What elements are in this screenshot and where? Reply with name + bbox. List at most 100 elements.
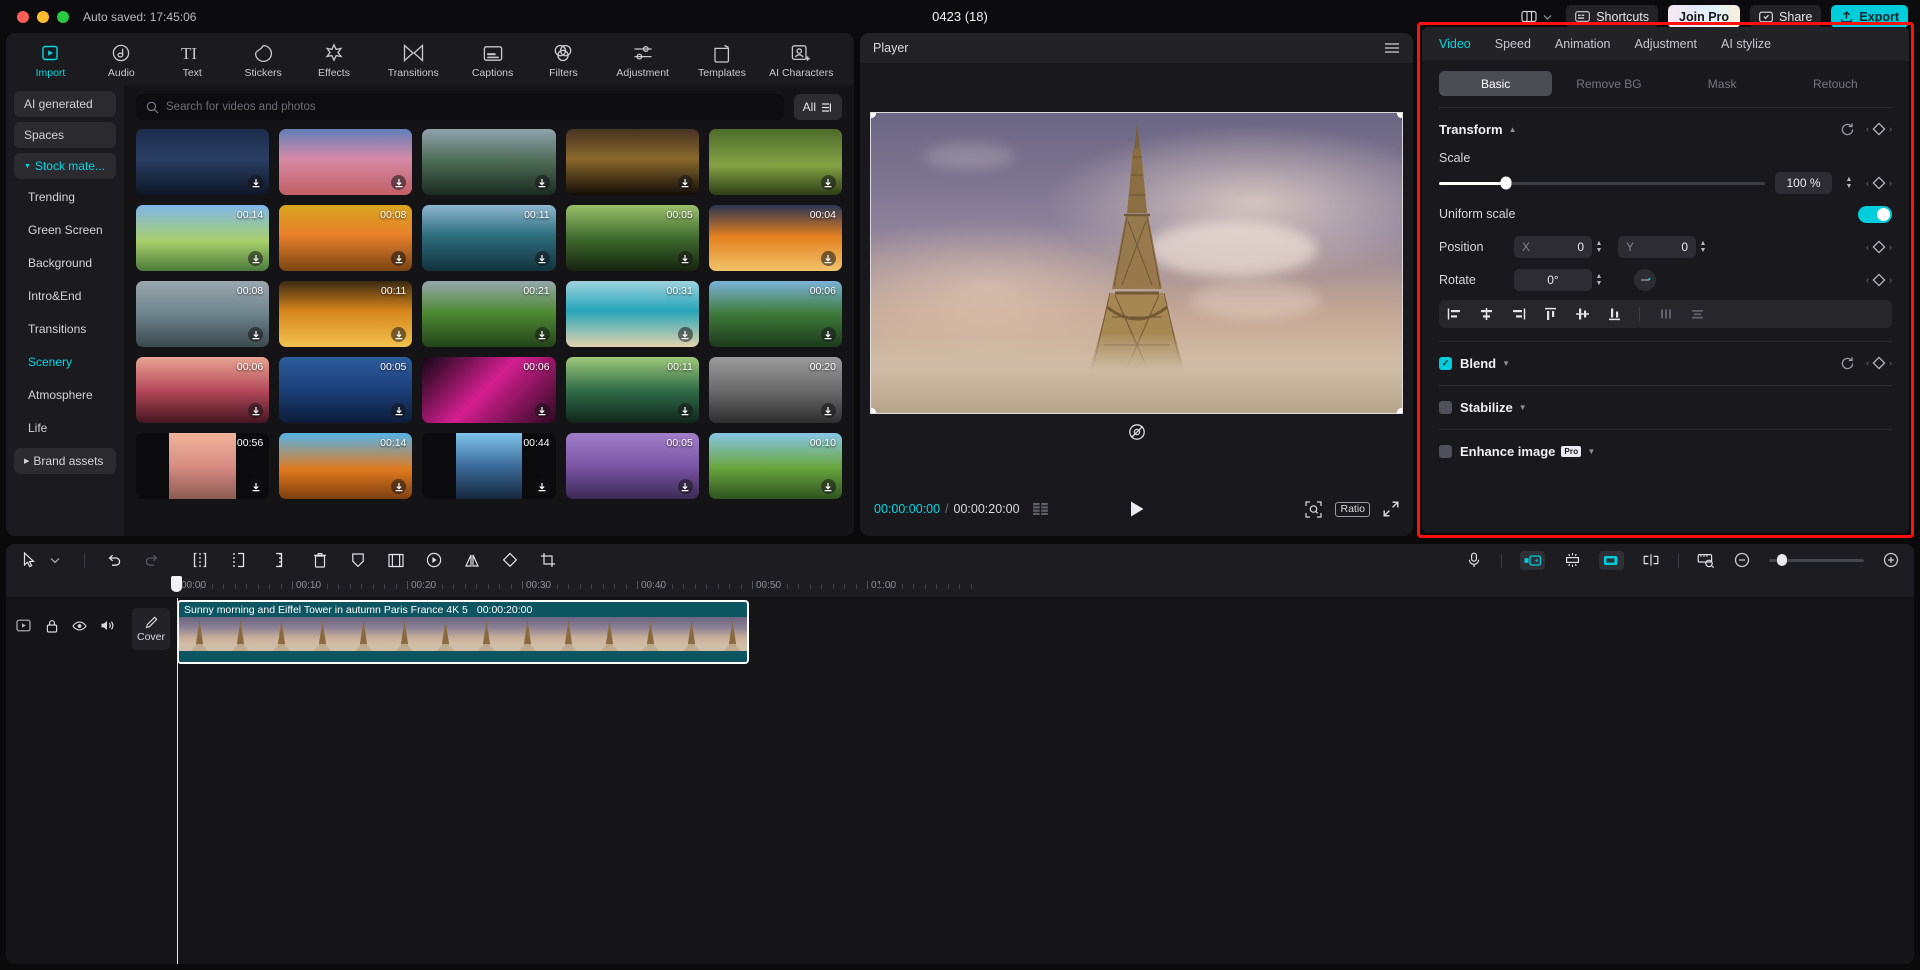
download-icon[interactable] bbox=[677, 251, 693, 266]
keyframe-diamond-icon[interactable] bbox=[1872, 356, 1886, 370]
eye-icon[interactable] bbox=[72, 618, 87, 633]
media-tile[interactable]: 00:05 bbox=[565, 205, 699, 271]
position-keyframe[interactable]: ‹ › bbox=[1866, 240, 1892, 254]
keyframe-prev-icon[interactable]: ‹ bbox=[1866, 358, 1869, 368]
keyframe-prev-icon[interactable]: ‹ bbox=[1866, 178, 1869, 188]
trim-left-icon[interactable] bbox=[229, 551, 247, 569]
align-middle-vertical-icon[interactable] bbox=[1574, 306, 1590, 322]
speaker-icon[interactable] bbox=[100, 618, 115, 633]
media-tile[interactable]: 00:14 bbox=[279, 433, 413, 499]
keyframe-next-icon[interactable]: › bbox=[1889, 242, 1892, 252]
nav-item-import[interactable]: Import bbox=[16, 39, 85, 79]
category-ai-generated[interactable]: AI generated bbox=[14, 91, 116, 117]
zoom-slider-knob[interactable] bbox=[1777, 554, 1788, 566]
download-icon[interactable] bbox=[820, 175, 836, 190]
download-icon[interactable] bbox=[677, 403, 693, 418]
scale-slider-knob[interactable] bbox=[1500, 176, 1512, 190]
trim-right-icon[interactable] bbox=[267, 551, 285, 569]
inspector-tab-speed[interactable]: Speed bbox=[1495, 37, 1531, 51]
rotate-stepper[interactable]: ▲ ▼ bbox=[1592, 269, 1606, 291]
position-y-stepper[interactable]: ▲ ▼ bbox=[1696, 236, 1710, 258]
keyframe-diamond-icon[interactable] bbox=[1872, 240, 1886, 254]
media-tile[interactable]: 00:04 bbox=[708, 205, 842, 271]
align-center-horizontal-icon[interactable] bbox=[1478, 306, 1494, 322]
segment-retouch[interactable]: Retouch bbox=[1779, 71, 1892, 96]
enhance-image-checkbox[interactable] bbox=[1439, 444, 1452, 458]
segment-remove-bg[interactable]: Remove BG bbox=[1552, 71, 1665, 96]
window-controls[interactable]: Auto saved: 17:45:06 bbox=[0, 10, 196, 24]
measure-icon[interactable] bbox=[1697, 551, 1715, 569]
stabilize-checkbox[interactable] bbox=[1439, 400, 1452, 414]
reset-icon[interactable] bbox=[1840, 356, 1855, 371]
snap-left-icon[interactable] bbox=[1520, 550, 1545, 570]
media-tile[interactable]: 00:06 bbox=[422, 357, 556, 423]
collapse-chevron-icon[interactable]: ▲ bbox=[1509, 125, 1517, 134]
inspector-tab-adjustment[interactable]: Adjustment bbox=[1635, 37, 1698, 51]
nav-item-ai-characters[interactable]: AI Characters bbox=[758, 39, 844, 79]
auto-fit-icon[interactable] bbox=[1563, 551, 1581, 569]
media-tile[interactable]: 00:21 bbox=[422, 281, 556, 347]
media-tile[interactable] bbox=[136, 129, 270, 195]
timeline-canvas[interactable]: Cover Sunny morning and Eiffel Tower in … bbox=[6, 576, 1914, 964]
position-x-stepper[interactable]: ▲ ▼ bbox=[1592, 236, 1606, 258]
nav-item-audio[interactable]: Audio bbox=[87, 39, 156, 79]
download-icon[interactable] bbox=[820, 479, 836, 494]
keyframe-prev-icon[interactable]: ‹ bbox=[1866, 124, 1869, 134]
segment-mask[interactable]: Mask bbox=[1666, 71, 1779, 96]
distribute-vertical-icon[interactable] bbox=[1689, 306, 1705, 322]
filter-all-button[interactable]: All bbox=[793, 94, 842, 120]
category-scenery[interactable]: Scenery bbox=[14, 349, 116, 375]
rotate-dial-icon[interactable] bbox=[1634, 269, 1656, 291]
search-input[interactable] bbox=[166, 101, 774, 113]
tool-dropdown-chevron-icon[interactable] bbox=[46, 551, 64, 569]
category-atmosphere[interactable]: Atmosphere bbox=[14, 382, 116, 408]
maximize-window-button[interactable] bbox=[57, 10, 69, 23]
minimize-window-button[interactable] bbox=[37, 10, 49, 23]
media-tile[interactable] bbox=[708, 129, 842, 195]
media-tile[interactable]: 00:08 bbox=[279, 205, 413, 271]
keyframe-control[interactable]: ‹ › bbox=[1866, 122, 1892, 136]
nav-item-transitions[interactable]: Transitions bbox=[370, 39, 456, 79]
nav-item-adjustment[interactable]: Adjustment bbox=[600, 39, 686, 79]
timeline-clip[interactable]: Sunny morning and Eiffel Tower in autumn… bbox=[177, 600, 749, 664]
play-icon[interactable] bbox=[1129, 500, 1145, 518]
scale-stepper[interactable]: ▲ ▼ bbox=[1842, 172, 1856, 194]
nav-item-templates[interactable]: Templates bbox=[688, 39, 757, 79]
media-tile[interactable]: 00:06 bbox=[136, 357, 270, 423]
media-tile[interactable] bbox=[422, 129, 556, 195]
download-icon[interactable] bbox=[534, 175, 550, 190]
download-icon[interactable] bbox=[677, 327, 693, 342]
mask-shield-icon[interactable] bbox=[349, 551, 367, 569]
blend-collapse-chevron-icon[interactable]: ▼ bbox=[1502, 359, 1510, 368]
zoom-in-icon[interactable] bbox=[1882, 551, 1900, 569]
track-type-icon[interactable] bbox=[16, 618, 31, 633]
category-trending[interactable]: Trending bbox=[14, 184, 116, 210]
media-tile[interactable]: 00:06 bbox=[708, 281, 842, 347]
crop-frame-icon[interactable] bbox=[387, 551, 405, 569]
cover-button[interactable]: Cover bbox=[132, 608, 170, 650]
media-tile[interactable]: 00:10 bbox=[708, 433, 842, 499]
scale-value[interactable]: 100 % bbox=[1775, 172, 1832, 194]
keyframe-diamond-icon[interactable] bbox=[1872, 176, 1886, 190]
media-tile[interactable]: 00:05 bbox=[565, 433, 699, 499]
download-icon[interactable] bbox=[534, 403, 550, 418]
download-icon[interactable] bbox=[534, 479, 550, 494]
media-tile[interactable]: 00:14 bbox=[136, 205, 270, 271]
keyframe-next-icon[interactable]: › bbox=[1889, 358, 1892, 368]
lock-icon[interactable] bbox=[44, 618, 59, 633]
keyframe-next-icon[interactable]: › bbox=[1889, 178, 1892, 188]
media-tile[interactable]: 00:20 bbox=[708, 357, 842, 423]
position-x-field[interactable]: X 0 bbox=[1514, 236, 1592, 258]
media-tile[interactable]: 00:44 bbox=[422, 433, 556, 499]
keyframe-playback-icon[interactable] bbox=[425, 551, 443, 569]
download-icon[interactable] bbox=[820, 403, 836, 418]
frames-icon[interactable] bbox=[1032, 503, 1049, 516]
category-transitions[interactable]: Transitions bbox=[14, 316, 116, 342]
hamburger-menu-icon[interactable] bbox=[1384, 42, 1400, 54]
keyframe-next-icon[interactable]: › bbox=[1889, 124, 1892, 134]
category-stock-mate-[interactable]: ▼ Stock mate... bbox=[14, 153, 116, 179]
media-tile[interactable]: 00:11 bbox=[422, 205, 556, 271]
download-icon[interactable] bbox=[248, 479, 264, 494]
align-right-icon[interactable] bbox=[1510, 306, 1526, 322]
media-tile[interactable]: 00:11 bbox=[565, 357, 699, 423]
